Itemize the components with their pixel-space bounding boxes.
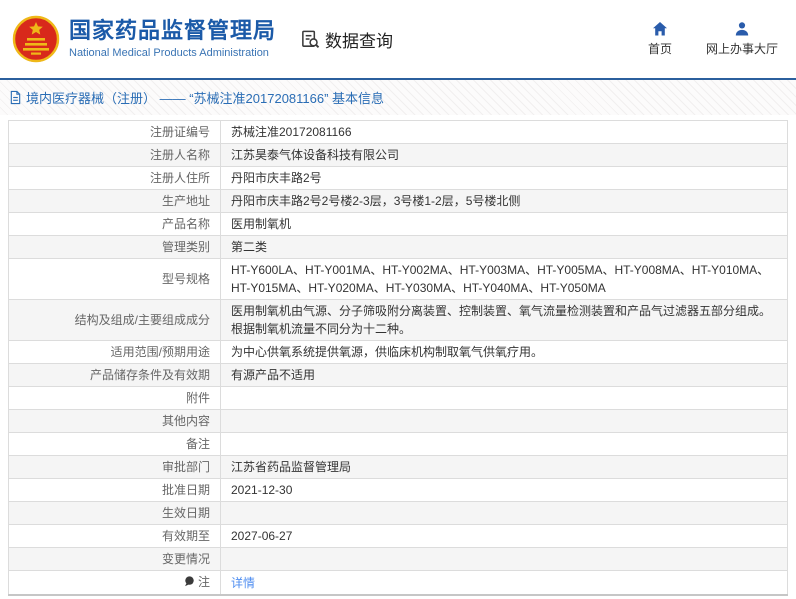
table-row: 附件 [8,386,788,410]
table-row: 有效期至 2027-06-27 [8,524,788,548]
row-label: 注册人住所 [8,166,221,190]
breadcrumb: 境内医疗器械（注册） —— “苏械注准20172081166” 基本信息 [0,80,796,115]
row-value: 苏械注准20172081166 [220,120,788,144]
table-row: 批准日期 2021-12-30 [8,478,788,502]
row-value: HT-Y600LA、HT-Y001MA、HT-Y002MA、HT-Y003MA、… [220,258,788,300]
row-value: 医用制氧机 [220,212,788,236]
row-value [220,386,788,410]
row-label: 生效日期 [8,501,221,525]
row-label: 注册证编号 [8,120,221,144]
row-label: 变更情况 [8,547,221,571]
row-value: 江苏昊泰气体设备科技有限公司 [220,143,788,167]
row-value: 详情 [220,570,788,596]
site-header: 国家药品监督管理局 National Medical Products Admi… [0,0,796,80]
row-value: 有源产品不适用 [220,363,788,387]
row-label: 有效期至 [8,524,221,548]
table-row: 注册人住所 丹阳市庆丰路2号 [8,166,788,190]
header-nav: 首页 网上办事大厅 [648,21,778,57]
row-label: 生产地址 [8,189,221,213]
row-label: 结构及组成/主要组成成分 [8,299,221,341]
row-value: 2021-12-30 [220,478,788,502]
row-label: 批准日期 [8,478,221,502]
table-row: 其他内容 [8,409,788,433]
row-label: 其他内容 [8,409,221,433]
document-search-icon [300,29,321,50]
nav-online-service-hall[interactable]: 网上办事大厅 [706,21,778,57]
org-title: 国家药品监督管理局 [69,18,277,44]
table-row: 审批部门 江苏省药品监督管理局 [8,455,788,479]
row-label: 注册人名称 [8,143,221,167]
table-row: 变更情况 [8,547,788,571]
section-title-label: 数据查询 [325,31,394,51]
row-label: 附件 [8,386,221,410]
row-value: 丹阳市庆丰路2号2号楼2-3层，3号楼1-2层，5号楼北侧 [220,189,788,213]
row-label: 产品储存条件及有效期 [8,363,221,387]
row-value [220,501,788,525]
row-value [220,409,788,433]
table-row: 备注 [8,432,788,456]
org-subtitle: National Medical Products Administration [69,46,269,59]
table-row: 注册证编号 苏械注准20172081166 [8,120,788,144]
row-value: 2027-06-27 [220,524,788,548]
table-row: 产品储存条件及有效期 有源产品不适用 [8,363,788,387]
table-row: 型号规格 HT-Y600LA、HT-Y001MA、HT-Y002MA、HT-Y00… [8,258,788,300]
row-label: 审批部门 [8,455,221,479]
document-icon [9,90,22,105]
row-value [220,432,788,456]
table-row: 生效日期 [8,501,788,525]
row-value: 为中心供氧系统提供氧源，供临床机构制取氧气供氧疗用。 [220,340,788,364]
table-row: 产品名称 医用制氧机 [8,212,788,236]
row-value: 丹阳市庆丰路2号 [220,166,788,190]
org-titles: 国家药品监督管理局 National Medical Products Admi… [69,18,277,59]
row-label: 管理类别 [8,235,221,259]
table-row: 管理类别 第二类 [8,235,788,259]
nav-hall-label: 网上办事大厅 [705,42,778,56]
row-label: 产品名称 [8,212,221,236]
row-value: 第二类 [220,235,788,259]
note-icon [184,574,195,592]
table-row: 注册人名称 江苏昊泰气体设备科技有限公司 [8,143,788,167]
registration-detail-table: 注册证编号 苏械注准20172081166 注册人名称 江苏昊泰气体设备科技有限公司注… [8,120,788,596]
table-row: 注详情 [8,570,788,596]
row-label: 注 [8,570,221,596]
nav-home-label: 首页 [647,42,672,56]
table-row: 适用范围/预期用途 为中心供氧系统提供氧源，供临床机构制取氧气供氧疗用。 [8,340,788,364]
table-row: 生产地址 丹阳市庆丰路2号2号楼2-3层，3号楼1-2层，5号楼北侧 [8,189,788,213]
nav-home[interactable]: 首页 [648,21,672,57]
row-label: 适用范围/预期用途 [8,340,221,364]
row-value [220,547,788,571]
table-row: 结构及组成/主要组成成分 医用制氧机由气源、分子筛吸附分离装置、控制装置、氧气流量… [8,299,788,341]
registration-detail-table-body: 注册证编号 苏械注准20172081166 注册人名称 江苏昊泰气体设备科技有限公司注… [8,120,788,596]
data-query-section-title: 数据查询 [300,27,393,52]
row-label: 型号规格 [8,258,221,300]
breadcrumb-text: 境内医疗器械（注册） —— “苏械注准20172081166” 基本信息 [26,91,385,106]
row-value: 江苏省药品监督管理局 [220,455,788,479]
row-value: 医用制氧机由气源、分子筛吸附分离装置、控制装置、氧气流量检测装置和产品气过滤器五… [220,299,788,341]
row-label: 备注 [8,432,221,456]
person-icon [734,21,750,37]
detail-link[interactable]: 详情 [231,576,255,590]
home-icon [652,21,668,37]
china-national-emblem-logo [12,15,60,63]
